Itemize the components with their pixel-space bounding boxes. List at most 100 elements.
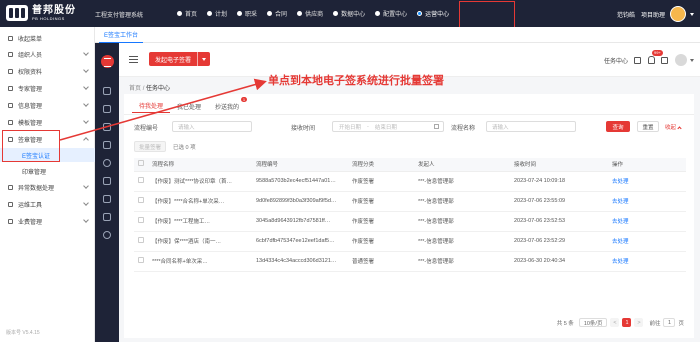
plan-icon xyxy=(207,11,213,16)
tab-esign-workbench[interactable]: E签宝工作台 xyxy=(99,27,144,43)
launch-esign-button[interactable]: 发起电子签署 xyxy=(149,52,211,66)
cell-category: 作废签署 xyxy=(348,191,414,212)
nav-home[interactable]: 首页 xyxy=(172,0,202,27)
image-icon[interactable] xyxy=(103,123,111,131)
sidebar-item-org[interactable]: 组织人员 xyxy=(0,47,95,61)
breadcrumb-home[interactable]: 首页 xyxy=(129,86,141,92)
stamp-icon[interactable] xyxy=(103,159,111,167)
process-link[interactable]: 去处理 xyxy=(608,191,686,212)
page-1-button[interactable]: 1 xyxy=(622,318,632,327)
collapse-label: 收起 xyxy=(665,125,677,131)
home-icon[interactable] xyxy=(103,87,111,95)
help-icon[interactable] xyxy=(661,56,668,64)
process-link[interactable]: 去处理 xyxy=(608,251,686,272)
process-name-input[interactable]: 请输入 xyxy=(486,121,576,132)
prev-page-button[interactable]: < xyxy=(610,318,620,327)
process-link[interactable]: 去处理 xyxy=(608,171,686,192)
sidebar-item-auth[interactable]: 权限资料 xyxy=(0,64,95,78)
row-select[interactable] xyxy=(134,171,148,192)
goto-page-input[interactable]: 1 xyxy=(663,318,676,327)
contract-icon xyxy=(267,11,273,16)
search-button[interactable]: 查询 xyxy=(606,121,630,132)
chart-icon[interactable] xyxy=(103,231,111,239)
chevron-down-icon[interactable] xyxy=(197,52,210,66)
sidebar-item-expert[interactable]: 专家管理 xyxy=(0,81,95,95)
tab-cc[interactable]: 抄送我的 1 xyxy=(208,97,248,113)
sidebar-item-label: 业费管理 xyxy=(18,219,43,226)
task-center-link[interactable]: 任务中心 xyxy=(604,56,628,65)
row-checkbox[interactable] xyxy=(138,257,144,263)
col-receive-time: 接收时间 xyxy=(510,158,608,172)
select-all-cell[interactable] xyxy=(134,158,148,172)
date-end-field[interactable]: 结束日期 xyxy=(369,123,403,131)
row-select[interactable] xyxy=(134,211,148,232)
user-menu[interactable]: 范钧皓 项目助理 xyxy=(617,6,694,22)
avatar[interactable] xyxy=(675,54,687,66)
list-icon[interactable] xyxy=(103,195,111,203)
version-label: 版本号 V5.4.15 xyxy=(6,330,40,336)
row-checkbox[interactable] xyxy=(138,237,144,243)
cell-process-name: 【作废】****合名称+单次采… xyxy=(148,191,252,212)
menu-toggle-icon[interactable] xyxy=(129,56,138,63)
date-start-field[interactable]: 开始日期 xyxy=(333,123,367,131)
page-size-select[interactable]: 10条/页 xyxy=(578,318,608,327)
supplier-icon xyxy=(297,11,303,16)
process-link[interactable]: 去处理 xyxy=(608,231,686,252)
bell-icon xyxy=(648,56,655,64)
menu-icon[interactable] xyxy=(101,55,114,68)
sidebar-item-exception[interactable]: 异常数据处理 xyxy=(0,180,95,194)
reset-button[interactable]: 重置 xyxy=(637,121,659,132)
collapse-filters-link[interactable]: 收起 xyxy=(665,123,682,131)
breadcrumb: 首页 / 任务中心 xyxy=(129,86,171,92)
tab-pending[interactable]: 待我处理 xyxy=(132,99,171,113)
sidebar-item-label: 组织人员 xyxy=(18,52,43,59)
row-select[interactable] xyxy=(134,231,148,252)
edit-icon[interactable] xyxy=(103,141,111,149)
template-icon xyxy=(8,119,13,125)
row-select[interactable] xyxy=(134,251,148,272)
nav-data-center[interactable]: 数据中心 xyxy=(328,0,370,27)
row-checkbox[interactable] xyxy=(138,217,144,223)
template-icon[interactable] xyxy=(103,177,111,185)
sidebar-item-collapse[interactable]: 收起菜单 xyxy=(0,31,95,45)
select-all-checkbox[interactable] xyxy=(138,160,144,167)
process-link[interactable]: 去处理 xyxy=(608,211,686,232)
pagination: 共 5 条 10条/页 < 1 > 前往 1 页 xyxy=(557,318,684,327)
chevron-down-icon[interactable] xyxy=(690,12,694,16)
table-header-row: 流程名称 流程编号 流程分类 发起人 接收时间 操作 xyxy=(134,158,686,172)
receive-time-label: 接收时间 xyxy=(291,126,316,132)
next-page-button[interactable]: > xyxy=(634,318,644,327)
batch-sign-button[interactable]: 批量签署 xyxy=(134,141,166,152)
chevron-down-icon[interactable] xyxy=(690,58,694,62)
notification-button[interactable]: 99+ xyxy=(648,50,663,64)
company-logo[interactable]: 普邦股份 PB HOLDINGS xyxy=(6,5,76,21)
settings-icon[interactable] xyxy=(103,213,111,221)
document-icon[interactable] xyxy=(103,105,111,113)
doc-icon[interactable] xyxy=(634,56,641,64)
tab-processed[interactable]: 我已处理 xyxy=(170,99,208,113)
row-checkbox[interactable] xyxy=(138,197,144,203)
cell-receive-time: 2023-07-06 23:52:29 xyxy=(510,231,608,252)
sidebar-item-ops-tools[interactable]: 运维工具 xyxy=(0,197,95,211)
sidebar-item-info[interactable]: 信息管理 xyxy=(0,98,95,112)
process-no-input[interactable]: 请输入 xyxy=(172,121,252,132)
sidebar-item-label: 专家管理 xyxy=(18,86,43,93)
nav-contract[interactable]: 合同 xyxy=(262,0,292,27)
row-checkbox[interactable] xyxy=(138,177,144,183)
cell-sender: ***-信息管理部 xyxy=(414,191,510,212)
receive-date-range[interactable]: 开始日期 - 结束日期 xyxy=(332,121,444,132)
sidebar-item-template[interactable]: 模板管理 xyxy=(0,115,95,129)
launch-esign-label: 发起电子签署 xyxy=(155,57,192,64)
nav-supplier[interactable]: 供应商 xyxy=(292,0,328,27)
nav-operation-center[interactable]: 运营中心 xyxy=(412,0,454,27)
nav-label: 合同 xyxy=(275,12,288,18)
sidebar-item-label: 印章管理 xyxy=(22,169,47,176)
nav-config-center[interactable]: 配置中心 xyxy=(370,0,412,27)
nav-plan[interactable]: 计划 xyxy=(202,0,232,27)
nav-procurement[interactable]: 职采 xyxy=(232,0,262,27)
avatar[interactable] xyxy=(670,6,686,22)
task-panel: 待我处理 我已处理 抄送我的 1 流程编号 请输入 接收时间 开始日期 - 结束日… xyxy=(124,94,694,338)
sidebar-item-fee[interactable]: 业费管理 xyxy=(0,214,95,228)
sidebar-item-seal-manage[interactable]: 印章管理 xyxy=(0,164,95,178)
row-select[interactable] xyxy=(134,191,148,212)
